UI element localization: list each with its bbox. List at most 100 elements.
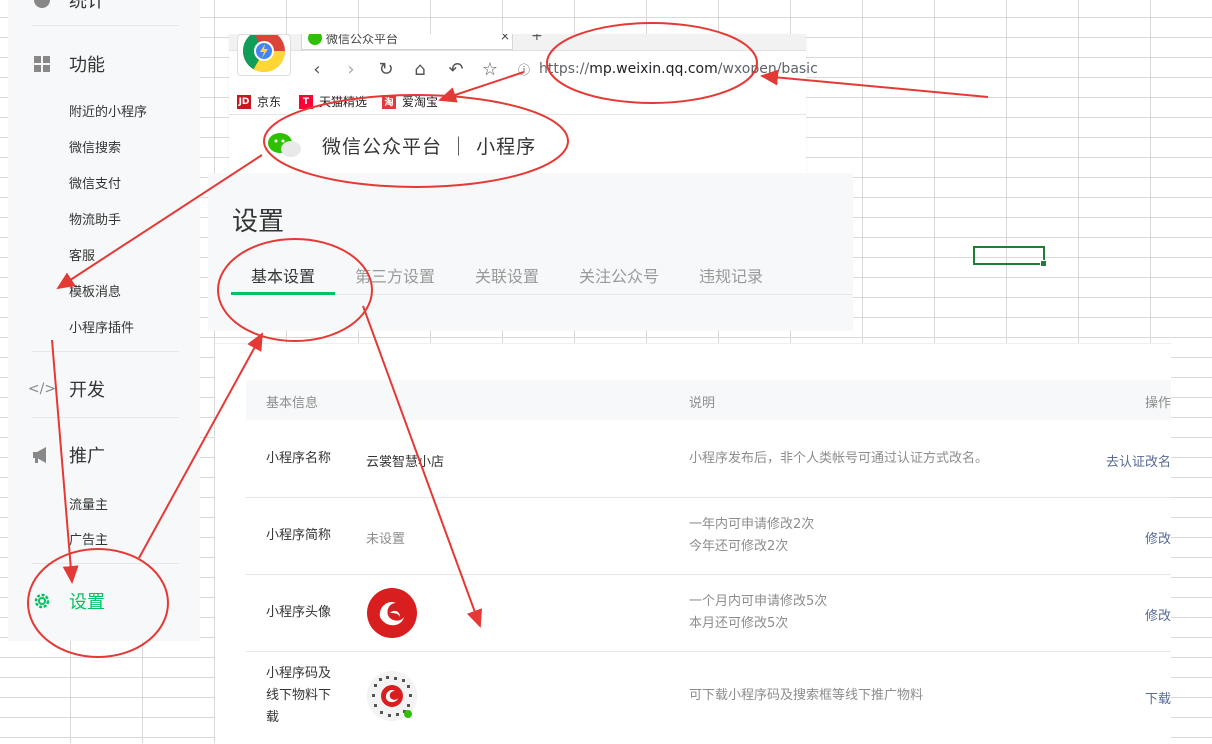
sidebar-subitem-label: 客服 [69, 249, 96, 264]
tab-title: 微信公众平台 [326, 34, 399, 46]
tab-association[interactable]: 关联设置 [475, 263, 539, 287]
back-icon[interactable]: ‹ [306, 58, 328, 80]
certify-rename-link[interactable]: 去认证改名 [1106, 451, 1171, 470]
tab-strip: 微信公众平台 × + [229, 34, 806, 51]
mp-header: 微信公众平台 ｜ 小程序 [229, 116, 806, 176]
close-tab-icon[interactable]: × [500, 34, 510, 43]
row-desc-line2: 本月还可修改5次 [689, 616, 789, 631]
jd-icon: JD [237, 94, 251, 109]
sidebar-item-label: 功能 [69, 55, 105, 76]
mp-title: 微信公众平台 ｜ 小程序 [322, 136, 537, 158]
active-tab-indicator [231, 292, 335, 295]
header-info: 基本信息 [266, 396, 319, 411]
tab-third-party[interactable]: 第三方设置 [355, 263, 435, 287]
sidebar-subitem-label: 物流助手 [69, 213, 122, 228]
sidebar-item-label: 设置 [69, 592, 105, 613]
url-path: /wxopen/basic [717, 61, 818, 77]
divider [32, 563, 179, 564]
bookmark-label: 天猫精选 [319, 95, 368, 109]
sidebar-item-nearby[interactable]: 附近的小程序 [69, 101, 147, 120]
megaphone-icon [32, 445, 52, 465]
wechat-logo-icon [267, 132, 303, 164]
home-icon[interactable]: ⌂ [409, 58, 431, 80]
forward-icon[interactable]: › [340, 58, 362, 80]
sidebar-item-label: 推广 [69, 446, 105, 467]
bookmark-aitaobao[interactable]: 淘 爱淘宝 [382, 93, 438, 110]
table-row: 小程序名称 云裳智慧小店 小程序发布后，非个人类帐号可通过认证方式改名。 去认证… [246, 420, 1171, 498]
wechat-favicon-icon [308, 34, 322, 45]
sidebar-item-label: 开发 [69, 380, 105, 401]
sidebar-subitem-label: 流量主 [69, 498, 109, 513]
sidebar-item-template-message[interactable]: 模板消息 [69, 281, 121, 300]
table-row: 小程序码及线下物料下载 可下载小程序码及搜索框等线下推广物料 下载 [246, 651, 1171, 744]
row-desc-line1: 一个月内可申请修改5次 [689, 594, 828, 609]
row-desc-line2: 今年还可修改2次 [689, 539, 789, 554]
bookmark-label: 爱淘宝 [402, 95, 439, 109]
sidebar-item-wechat-pay[interactable]: 微信支付 [69, 173, 121, 192]
row-desc: 小程序发布后，非个人类帐号可通过认证方式改名。 [689, 451, 989, 466]
row-label: 小程序头像 [266, 605, 332, 620]
bookmark-star-icon[interactable]: ☆ [479, 58, 501, 80]
bookmark-tmall[interactable]: T 天猫精选 [299, 93, 367, 110]
table-header: 基本信息 说明 操作 [246, 380, 1171, 420]
row-label: 小程序码及线下物料下载 [266, 666, 332, 725]
sidebar-item-wechat-search[interactable]: 微信搜索 [69, 137, 121, 156]
sidebar-item-stats[interactable]: 统计 [8, 0, 105, 13]
gear-icon [32, 591, 52, 611]
edit-avatar-link[interactable]: 修改 [1145, 605, 1171, 624]
row-value: 云裳智慧小店 [366, 455, 445, 470]
browser-tab[interactable]: 微信公众平台 × [301, 34, 513, 50]
row-label: 小程序名称 [266, 451, 332, 466]
row-value: 未设置 [366, 532, 406, 547]
address-bar[interactable]: https://mp.weixin.qq.com/wxopen/basic [539, 59, 824, 79]
tab-follow-account[interactable]: 关注公众号 [579, 263, 659, 287]
row-label: 小程序简称 [266, 528, 332, 543]
sidebar-item-promote[interactable]: 推广 [8, 442, 105, 468]
download-link[interactable]: 下载 [1145, 688, 1171, 707]
code-icon: </> [27, 381, 57, 397]
reload-icon[interactable]: ↻ [375, 58, 397, 80]
sidebar-item-develop[interactable]: </> 开发 [8, 376, 105, 402]
sidebar-subitem-label: 模板消息 [69, 285, 122, 300]
table-row: 小程序头像 一个月内可申请修改5次 本月还可修改5次 修改 [246, 574, 1171, 652]
sidebar-item-logistics[interactable]: 物流助手 [69, 209, 121, 228]
bookmark-label: 京东 [257, 95, 282, 109]
sidebar-subitem-label: 附近的小程序 [69, 105, 148, 120]
grid-icon [32, 54, 52, 74]
bookmark-jd[interactable]: JD 京东 [237, 93, 281, 110]
edit-shortname-link[interactable]: 修改 [1145, 528, 1171, 547]
browser-window: 微信公众平台 × + ‹ › ↻ ⌂ ↶ ☆ ⓘ https://mp.weix… [229, 34, 818, 176]
undo-icon[interactable]: ↶ [445, 58, 467, 80]
basic-info-card: 基本信息 说明 操作 小程序名称 云裳智慧小店 小程序发布后，非个人类帐号可通过… [215, 343, 1171, 744]
sidebar-item-plugins[interactable]: 小程序插件 [69, 317, 134, 336]
tab-basic-settings[interactable]: 基本设置 [251, 263, 315, 287]
sidebar-item-label: 统计 [69, 0, 105, 12]
divider [32, 417, 179, 418]
taobao-icon: 淘 [382, 94, 396, 109]
new-tab-icon[interactable]: + [531, 34, 543, 44]
url-scheme: https:// [539, 61, 590, 77]
mini-program-code-image [366, 670, 418, 722]
info-icon[interactable]: ⓘ [513, 58, 535, 80]
sidebar-item-settings[interactable]: 设置 [8, 588, 105, 614]
selected-cell[interactable] [973, 246, 1047, 267]
header-desc: 说明 [689, 396, 716, 411]
sidebar-subitem-label: 广告主 [69, 533, 109, 548]
tab-violations[interactable]: 违规记录 [699, 263, 763, 287]
sidebar-item-traffic-owner[interactable]: 流量主 [69, 494, 108, 513]
chart-icon [32, 0, 52, 10]
tmall-icon: T [299, 94, 313, 109]
page-title: 设置 [232, 207, 285, 237]
sidebar-subitem-label: 微信支付 [69, 177, 122, 192]
sidebar-item-customer-service[interactable]: 客服 [69, 245, 95, 264]
avatar [366, 587, 418, 639]
row-desc-line1: 一年内可申请修改2次 [689, 517, 815, 532]
sidebar-subitem-label: 小程序插件 [69, 321, 135, 336]
row-desc: 可下载小程序码及搜索框等线下推广物料 [689, 688, 924, 703]
url-host: mp.weixin.qq.com [589, 61, 718, 77]
sidebar-item-features[interactable]: 功能 [8, 51, 105, 77]
bookmarks-bar: JD 京东 T 天猫精选 淘 爱淘宝 [229, 88, 806, 115]
settings-panel: 设置 基本设置 第三方设置 关联设置 关注公众号 违规记录 [208, 173, 853, 331]
sidebar-item-advertiser[interactable]: 广告主 [69, 529, 108, 548]
table-row: 小程序简称 未设置 一年内可申请修改2次 今年还可修改2次 修改 [246, 497, 1171, 575]
